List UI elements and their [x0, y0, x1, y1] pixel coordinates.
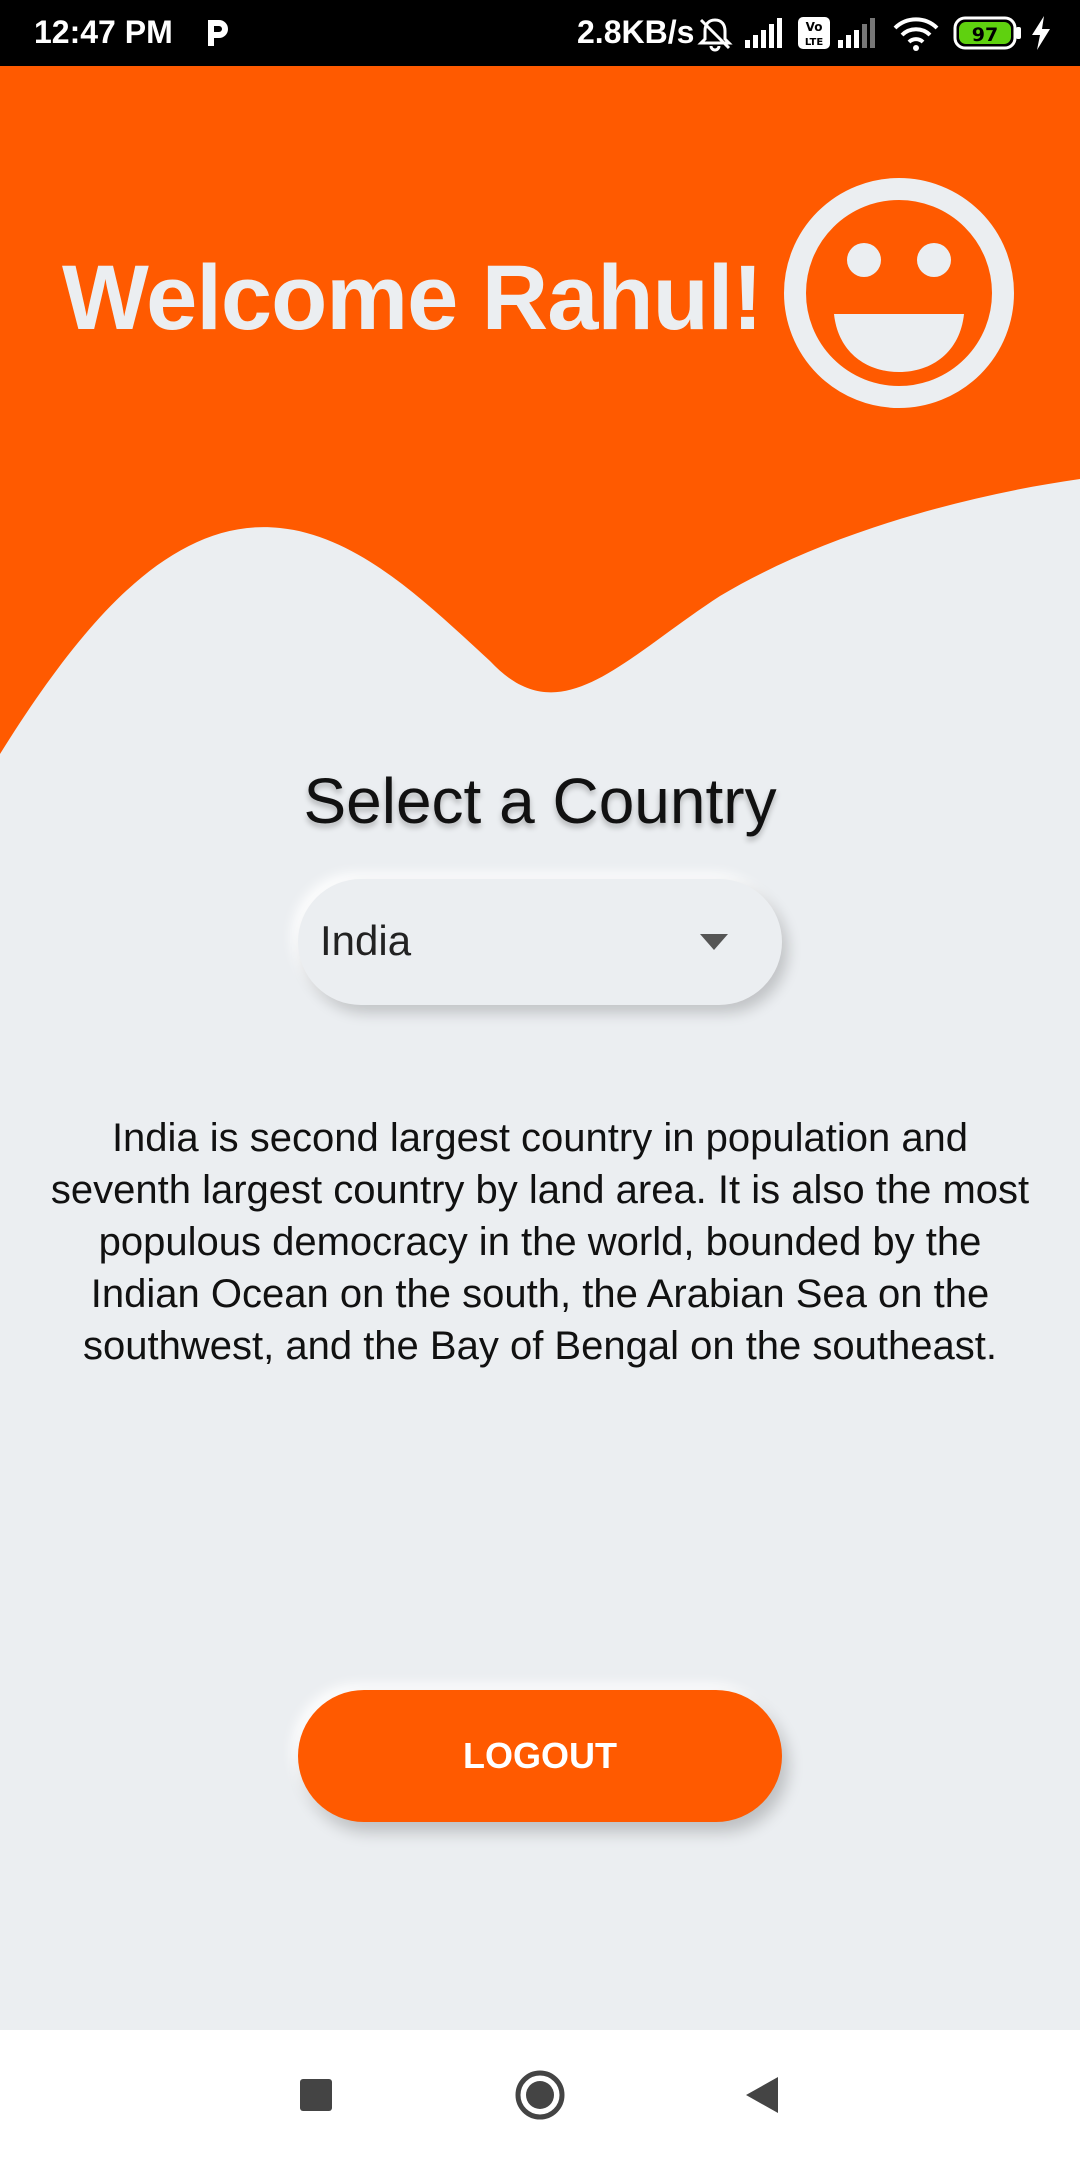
network-speed: 2.8KB/s — [577, 14, 695, 50]
recents-square-icon[interactable] — [286, 2065, 346, 2125]
status-time: 12:47 PM — [34, 14, 173, 50]
p-app-icon — [208, 20, 228, 46]
signal-icon — [745, 18, 782, 48]
system-nav-bar — [0, 2030, 1080, 2160]
header-wave-background — [0, 66, 1080, 754]
welcome-title: Welcome Rahul! — [62, 247, 763, 349]
svg-text:LTE: LTE — [805, 37, 824, 48]
dropdown-arrow-icon — [700, 934, 728, 950]
battery-level: 97 — [972, 24, 998, 46]
logout-button[interactable]: LOGOUT — [298, 1690, 782, 1822]
signal-icon — [838, 18, 875, 48]
volte-icon: Vo LTE — [798, 17, 830, 49]
select-country-title: Select a Country — [303, 765, 777, 837]
home-circle-icon[interactable] — [510, 2065, 570, 2125]
country-dropdown-value: India — [320, 917, 412, 964]
charging-icon — [1032, 16, 1050, 50]
alarm-off-icon — [697, 18, 733, 52]
country-description: India is second largest country in popul… — [50, 1116, 1030, 1368]
back-triangle-icon[interactable] — [732, 2065, 792, 2125]
status-bar: 12:47 PM 2.8KB/s Vo LTE 97 — [0, 0, 1080, 66]
battery-icon: 97 — [953, 16, 1021, 50]
smiley-face-icon — [784, 178, 1014, 408]
svg-text:Vo: Vo — [806, 20, 823, 34]
country-dropdown[interactable]: India — [298, 879, 782, 1005]
wifi-icon — [893, 17, 939, 51]
app-screen: 12:47 PM 2.8KB/s Vo LTE 97 Welcome Rahul… — [0, 0, 1080, 2160]
